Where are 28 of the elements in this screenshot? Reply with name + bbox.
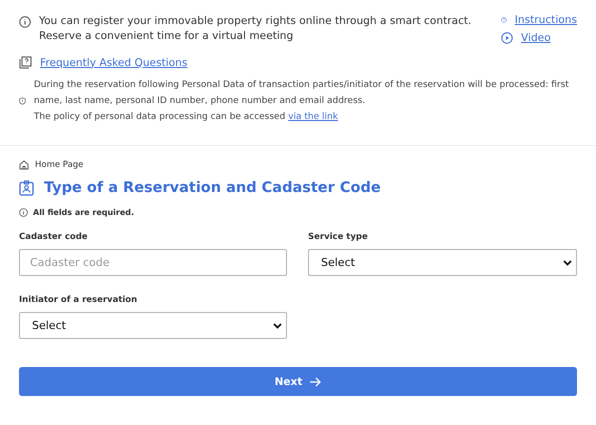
faq-link[interactable]: Frequently Asked Questions [40,56,188,68]
select-dropdown[interactable]: Select [308,249,577,276]
breadcrumb-link[interactable]: Home Page [35,160,84,170]
help-icon [501,14,507,26]
shield-icon [19,95,26,107]
video-link[interactable]: Video [521,32,551,44]
field-label: Service type [308,232,369,242]
info-icon [19,208,28,217]
play-icon [501,32,513,44]
next-button[interactable]: Next [19,367,577,396]
select-dropdown[interactable]: Select [19,312,287,339]
policy-link[interactable]: via the link [288,112,338,122]
required-note: All fields are required. [33,208,134,217]
instructions-link[interactable]: Instructions [514,14,577,26]
chevron-down-icon [563,260,572,266]
question-cards-icon [19,56,32,69]
field-label: Initiator of a reservation [19,295,138,305]
privacy-notice: During the reservation following Personal Data of transaction parties/initiator of the reservation will be processed: first name, last name, personal ID number, phone number and email address. [34,79,570,108]
policy-text: The policy of personal data processing can be accessed [34,112,286,122]
cadaster-code-field[interactable]: Cadaster code [19,249,287,276]
info-icon [19,16,31,28]
info-message: You can register your immovable property rights online through a smart contract. Reserve a convenient time for a virtual meeting [39,14,472,44]
arrow-right-icon [309,376,322,386]
field-label: Cadaster code [19,232,89,242]
id-badge-icon [19,180,34,196]
chevron-down-icon [273,322,282,328]
home-icon [19,160,29,170]
page-title: Type of a Reservation and Cadaster Code [44,180,381,196]
